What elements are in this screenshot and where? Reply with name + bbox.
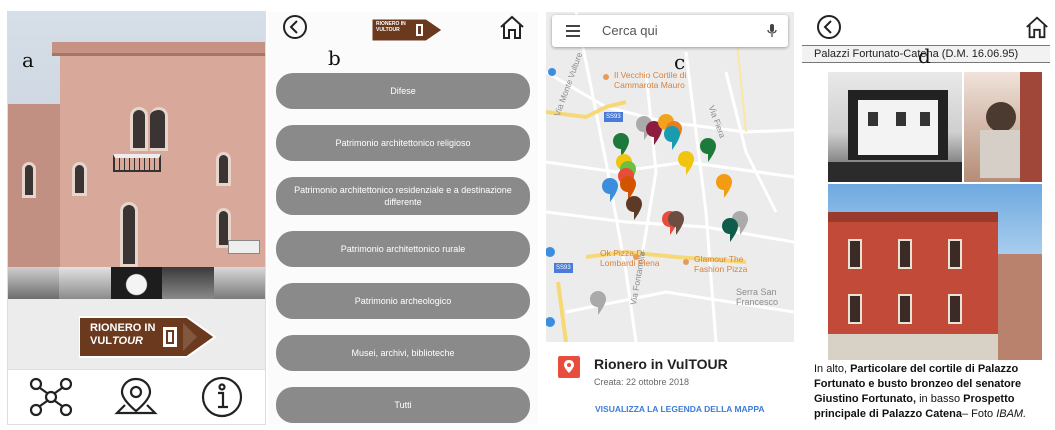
panel-label-a: a [22,48,34,72]
home-icon[interactable] [1024,14,1050,40]
panel-label-c: c [674,50,686,74]
logo-line-1: RIONERO IN [90,322,156,334]
palazzo-catena-photo [828,184,1042,360]
photo-strip [8,267,265,299]
back-icon[interactable] [282,14,308,40]
caption-text-1: In alto, [814,363,851,375]
category-button-musei[interactable]: Musei, archivi, biblioteche [276,335,530,371]
map-search-bar[interactable]: Cerca qui [552,15,788,47]
search-input[interactable]: Cerca qui [602,23,658,38]
courtyard-photo [828,72,962,182]
logo-line-2-italic: TOUR [112,335,143,347]
panel-label-b: b [328,46,341,70]
network-icon[interactable] [28,376,74,418]
small-logo-line-2: VULTOUR [376,27,400,33]
category-button-rurale[interactable]: Patrimonio architettonico rurale [276,231,530,267]
category-button-tutti[interactable]: Tutti [276,387,530,423]
map-info-card: Rionero in VulTOUR Creata: 22 ottobre 20… [546,342,794,424]
map-title: Rionero in VulTOUR [594,356,728,372]
category-list: Difese Patrimonio architettonico religio… [276,73,530,424]
caption-italic-1: IBAM. [996,408,1027,420]
hamburger-menu-icon[interactable] [566,25,580,37]
detail-screen: Palazzi Fortunato-Catena (D.M. 16.06.95)… [802,12,1050,424]
caption-text-3: – Foto [961,408,997,420]
category-button-difese[interactable]: Difese [276,73,530,109]
map-pin-icon[interactable] [113,375,159,419]
map-created-date: Creata: 22 ottobre 2018 [594,377,690,387]
map-marker-icon [558,356,580,378]
bust-photo [964,72,1042,182]
bottom-nav [8,369,265,424]
category-button-residenziale[interactable]: Patrimonio architettonico residenziale e… [276,177,530,215]
category-button-archeologico[interactable]: Patrimonio archeologico [276,283,530,319]
building-photo [8,12,265,267]
small-logo-text: RIONERO IN VULTOUR [376,21,421,33]
figure: a RIONERO IN VULTOUR RIONERO IN VULTOUR … [0,0,1055,430]
legend-link[interactable]: VISUALIZZA LA LEGENDA DELLA MAPPA [595,404,765,414]
category-button-religioso[interactable]: Patrimonio architettonico religioso [276,125,530,161]
top-bar: RIONERO IN VULTOUR [268,12,538,62]
map-view[interactable]: Il Vecchio Cortile di Cammarota Mauro Vi… [546,12,794,342]
logo-text: RIONERO IN VULTOUR [90,322,175,348]
pin-group [546,68,748,327]
app-home-screen: a RIONERO IN VULTOUR [8,12,265,424]
panel-label-d: d [918,44,931,68]
back-icon[interactable] [816,14,842,40]
info-icon[interactable] [199,374,245,420]
caption-text-2: in basso [916,393,964,405]
home-icon[interactable] [498,14,526,40]
microphone-icon[interactable] [766,23,778,39]
category-menu-screen: RIONERO IN VULTOUR b Difese Patrimonio a… [268,12,538,424]
top-bar [802,12,1050,44]
map-pins [546,68,748,327]
logo-line-2: VUL [90,335,112,347]
map-screen: Il Vecchio Cortile di Cammarota Mauro Vi… [546,12,794,424]
photo-caption: In alto, Particolare del cortile di Pala… [814,362,1046,422]
